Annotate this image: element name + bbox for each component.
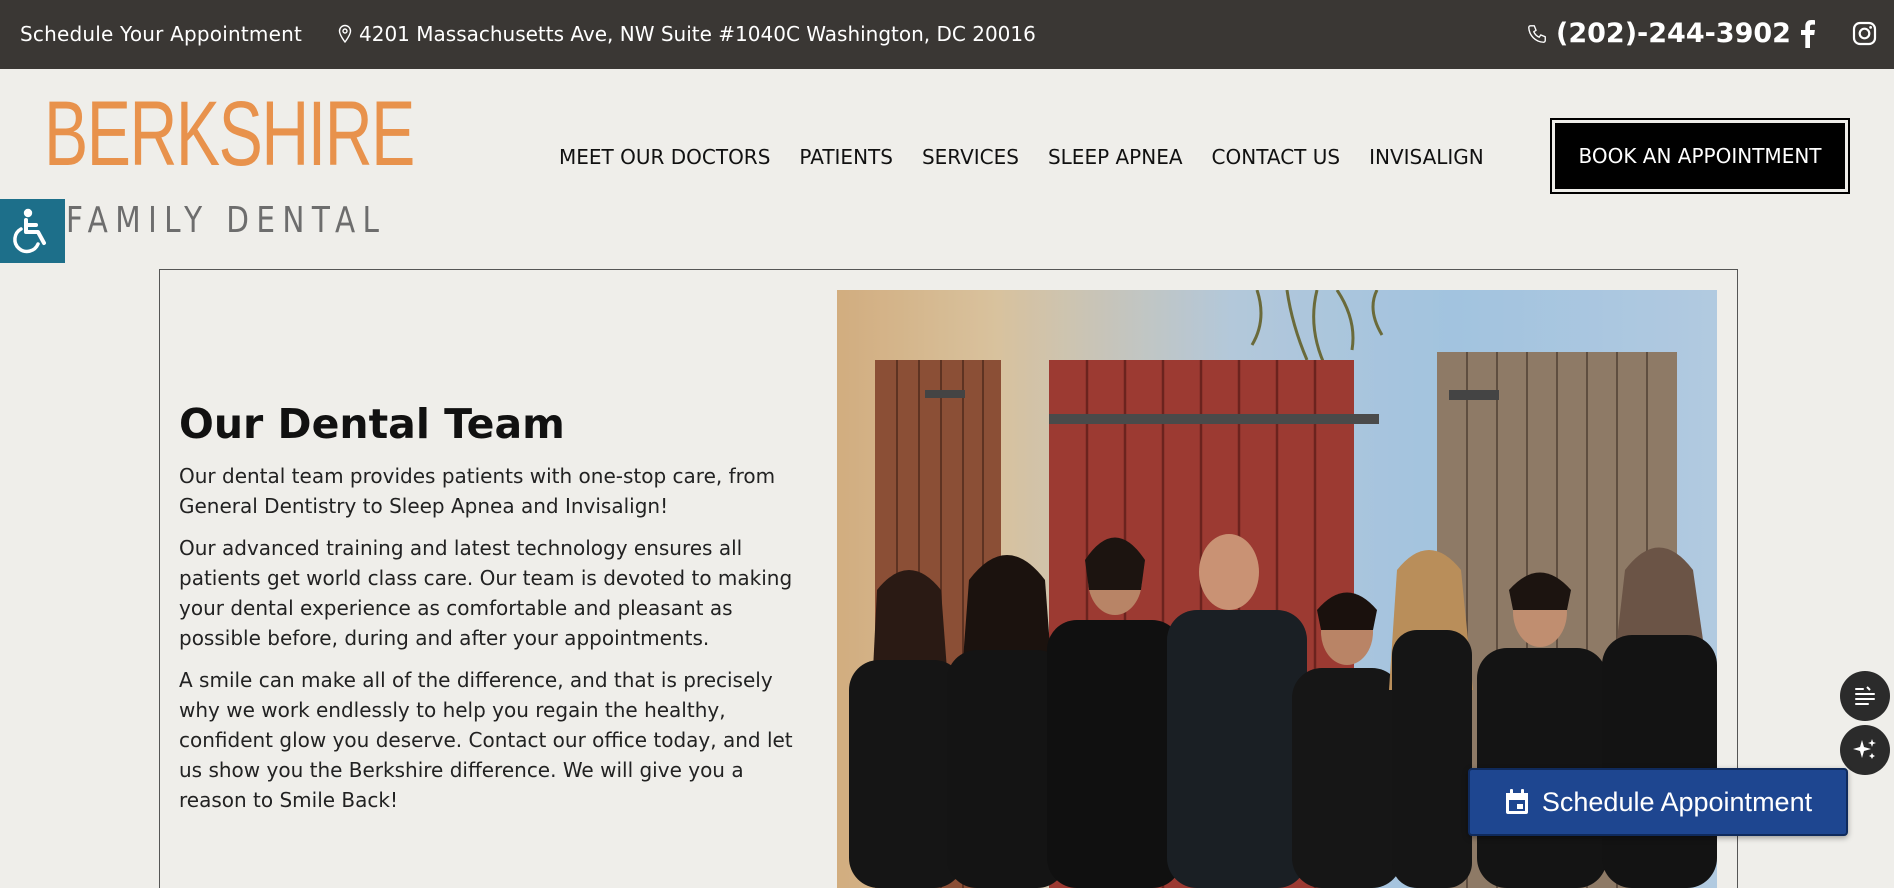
phone-number: (202)-244-3902 bbox=[1556, 18, 1791, 49]
book-appointment-button[interactable]: BOOK AN APPOINTMENT bbox=[1550, 118, 1850, 194]
main-nav: MEET OUR DOCTORS PATIENTS SERVICES SLEEP… bbox=[559, 145, 1484, 169]
phone-link[interactable]: (202)-244-3902 bbox=[1526, 18, 1791, 49]
site-logo[interactable]: BERKSHIRE FAMILY DENTAL bbox=[44, 83, 415, 241]
map-pin-icon bbox=[338, 24, 352, 44]
team-paragraph-1: Our dental team provides patients with o… bbox=[179, 464, 776, 518]
instagram-icon[interactable] bbox=[1852, 21, 1877, 46]
address-link[interactable]: 4201 Massachusetts Ave, NW Suite #1040C … bbox=[337, 22, 1036, 46]
nav-services[interactable]: SERVICES bbox=[922, 145, 1019, 169]
notes-widget-button[interactable] bbox=[1840, 671, 1890, 721]
nav-contact-us[interactable]: CONTACT US bbox=[1212, 145, 1341, 169]
sparkle-icon bbox=[1853, 739, 1876, 759]
schedule-appointment-button[interactable]: Schedule Appointment bbox=[1468, 768, 1848, 836]
logo-line-2: FAMILY DENTAL bbox=[66, 200, 387, 241]
address-text: 4201 Massachusetts Ave, NW Suite #1040C … bbox=[359, 22, 1036, 46]
phone-icon bbox=[1528, 24, 1546, 43]
ai-assistant-button[interactable] bbox=[1840, 725, 1890, 775]
nav-meet-our-doctors[interactable]: MEET OUR DOCTORS bbox=[559, 145, 770, 169]
accessibility-icon bbox=[12, 208, 46, 254]
schedule-your-appointment-link[interactable]: Schedule Your Appointment bbox=[20, 22, 302, 46]
calendar-icon bbox=[1505, 789, 1528, 814]
facebook-icon[interactable] bbox=[1796, 18, 1818, 48]
team-paragraph-2: Our advanced training and latest technol… bbox=[179, 536, 793, 650]
accessibility-button[interactable] bbox=[0, 199, 65, 263]
book-appointment-label: BOOK AN APPOINTMENT bbox=[1555, 123, 1845, 189]
schedule-appointment-label: Schedule Appointment bbox=[1541, 786, 1813, 817]
team-paragraph-3: A smile can make all of the difference, … bbox=[179, 668, 793, 812]
nav-invisalign[interactable]: INVISALIGN bbox=[1369, 145, 1484, 169]
top-bar: Schedule Your Appointment 4201 Massachus… bbox=[0, 0, 1894, 69]
nav-patients[interactable]: PATIENTS bbox=[799, 145, 893, 169]
notes-icon bbox=[1855, 686, 1875, 705]
nav-sleep-apnea[interactable]: SLEEP APNEA bbox=[1048, 145, 1183, 169]
page-title: Our Dental Team bbox=[179, 400, 565, 448]
logo-line-1: BERKSHIRE bbox=[44, 83, 415, 185]
